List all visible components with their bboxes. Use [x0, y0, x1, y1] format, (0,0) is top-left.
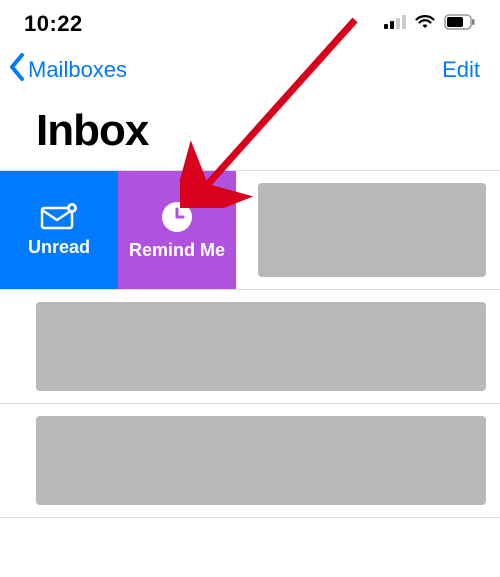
swipe-remind-label: Remind Me [129, 240, 225, 261]
back-label: Mailboxes [28, 57, 127, 83]
status-bar: 10:22 [0, 0, 500, 44]
status-indicators [384, 14, 476, 35]
nav-bar: Mailboxes Edit [0, 44, 500, 96]
edit-button[interactable]: Edit [442, 57, 480, 83]
page-title: Inbox [0, 96, 500, 170]
swipe-action-unread[interactable]: Unread [0, 171, 118, 289]
clock-icon [160, 200, 194, 234]
wifi-icon [414, 14, 436, 35]
swipe-unread-label: Unread [28, 237, 90, 258]
message-content-placeholder [258, 183, 486, 277]
status-time: 10:22 [24, 11, 83, 37]
battery-icon [444, 14, 476, 35]
message-content-placeholder [36, 302, 486, 391]
message-list: Unread Remind Me [0, 170, 500, 518]
chevron-left-icon [8, 52, 26, 88]
message-content-placeholder [36, 416, 486, 505]
message-row-swiped[interactable]: Unread Remind Me [0, 170, 500, 290]
message-row[interactable] [0, 290, 500, 404]
message-row[interactable] [0, 404, 500, 518]
envelope-badge-icon [39, 203, 79, 231]
swipe-action-remind[interactable]: Remind Me [118, 171, 236, 289]
back-button[interactable]: Mailboxes [8, 52, 127, 88]
cell-signal-icon [384, 15, 406, 34]
